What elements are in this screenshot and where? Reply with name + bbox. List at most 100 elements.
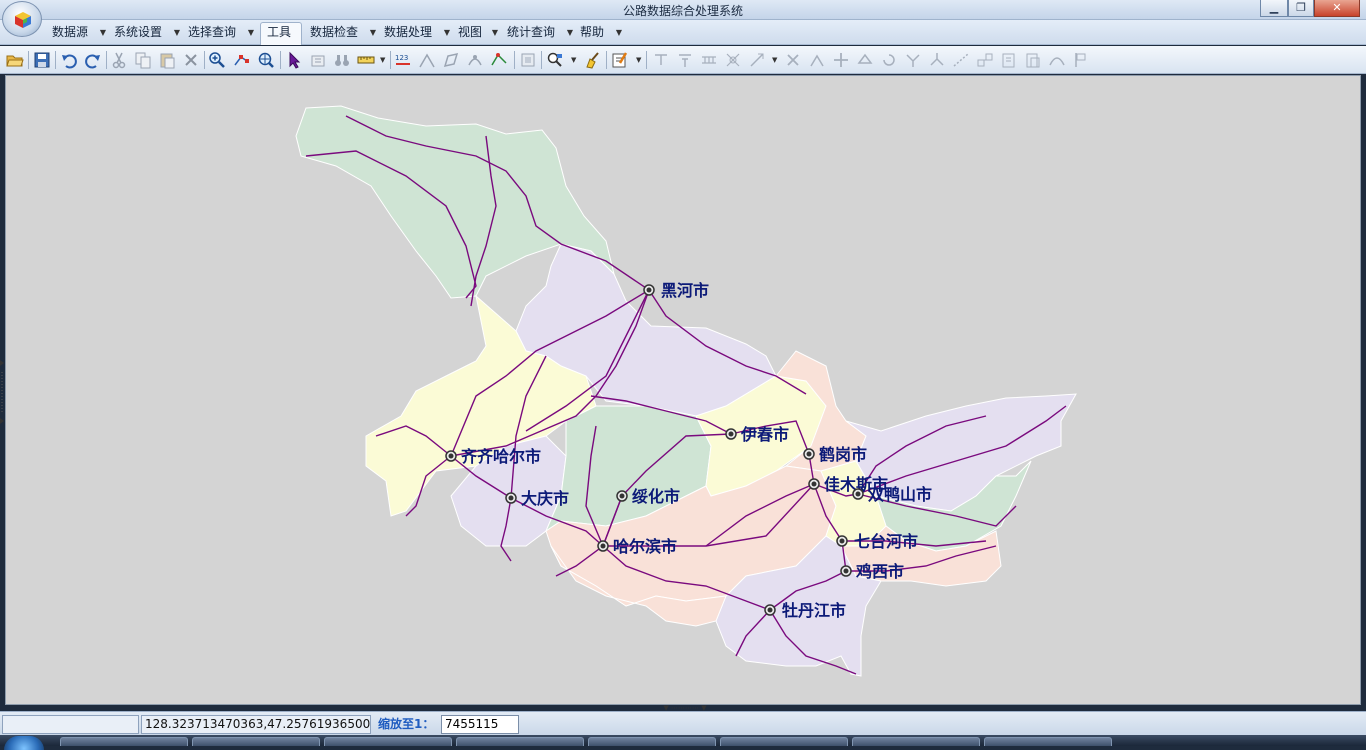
- save-button[interactable]: [33, 51, 53, 69]
- edit-tool-3-button[interactable]: [490, 51, 510, 69]
- city-label: 大庆市: [521, 489, 569, 508]
- minimize-button[interactable]: ▁: [1260, 0, 1288, 17]
- menu-data-check[interactable]: 数据检查 ▼: [304, 23, 378, 43]
- rotate-tool-button[interactable]: [880, 51, 900, 69]
- map-view[interactable]: 黑河市 伊春市 鹤岗市 齐齐哈尔市 佳木斯市 双鸭山市 大庆市 绥化市 哈尔滨市 七台河市 鸡西市牡…: [5, 75, 1361, 705]
- attribute-tool-button[interactable]: [1000, 51, 1020, 69]
- edit-vertex-button[interactable]: [233, 51, 253, 69]
- application-menu-button[interactable]: [2, 1, 42, 37]
- toolbar-separator: [28, 51, 29, 69]
- measure-button[interactable]: [357, 51, 377, 69]
- dropdown-arrow-icon: ▼: [247, 28, 254, 37]
- menu-label: 数据处理: [384, 25, 433, 39]
- taskbar-app-button[interactable]: [720, 737, 848, 746]
- toolbar-separator: [606, 51, 607, 69]
- edit-tool-1-button[interactable]: [442, 51, 462, 69]
- cut-button[interactable]: [110, 51, 130, 69]
- zoom-full-button[interactable]: [257, 51, 277, 69]
- split-line-icon: [491, 53, 507, 66]
- menu-bar: 数据源 ▼ 系统设置 ▼ 选择查询 ▼ 工具 数据检查 ▼ 数据处理 ▼ 视图 ▼ 统计查询…: [0, 20, 1366, 45]
- move-tool-button[interactable]: [856, 51, 876, 69]
- start-button[interactable]: [4, 736, 44, 750]
- city-marker-dot-icon: [767, 607, 773, 613]
- split-tool-button[interactable]: [928, 51, 948, 69]
- redo-button[interactable]: [84, 51, 104, 69]
- taskbar-app-button[interactable]: [192, 737, 320, 746]
- query-button[interactable]: [546, 51, 566, 69]
- remove-tool-button[interactable]: [784, 51, 804, 69]
- menu-statistics-query[interactable]: 统计查询 ▼: [501, 23, 575, 43]
- query-magnifier-icon: [547, 52, 562, 67]
- taskbar-app-button[interactable]: [984, 737, 1112, 746]
- toolbar-separator: [204, 51, 205, 69]
- taskbar-app-button[interactable]: [852, 737, 980, 746]
- open-button[interactable]: [6, 51, 26, 69]
- break-line-button[interactable]: [418, 51, 438, 69]
- menu-data-source[interactable]: 数据源 ▼: [46, 23, 108, 43]
- menu-system-settings[interactable]: 系统设置 ▼: [108, 23, 182, 43]
- restore-button[interactable]: ❐: [1288, 0, 1314, 17]
- delete-x-icon: [185, 54, 197, 66]
- menu-label: 数据源: [52, 25, 89, 39]
- toolbar-separator: [646, 51, 647, 69]
- zoom-in-icon: [209, 52, 225, 68]
- zoom-in-button[interactable]: [208, 51, 228, 69]
- taskbar-app-button[interactable]: [60, 737, 188, 746]
- add-point-tool-button[interactable]: [832, 51, 852, 69]
- extend-dropdown-icon[interactable]: ▼: [772, 56, 777, 64]
- find-button[interactable]: [333, 51, 353, 69]
- paste-button[interactable]: [158, 51, 178, 69]
- road-tool-button[interactable]: [700, 51, 720, 69]
- identify-button[interactable]: [309, 51, 329, 69]
- connect-tool-button[interactable]: [976, 51, 996, 69]
- map-canvas[interactable]: 黑河市伊春市鹤岗市齐齐哈尔市佳木斯市双鸭山市大庆市 绥化市哈尔滨市 七台河市鸡西市牡…: [6, 76, 1360, 704]
- intersect-tool-button[interactable]: [724, 51, 744, 69]
- reshape-tool-button[interactable]: [1048, 51, 1068, 69]
- query-dropdown-icon[interactable]: ▼: [571, 56, 576, 64]
- layer-button[interactable]: [519, 51, 539, 69]
- menu-view[interactable]: 视图 ▼: [452, 23, 500, 43]
- delete-button[interactable]: [182, 51, 202, 69]
- undo-button[interactable]: [60, 51, 80, 69]
- flag-tool-button[interactable]: [1072, 51, 1092, 69]
- clear-selection-button[interactable]: [584, 51, 604, 69]
- flag-icon: [1075, 53, 1086, 67]
- taskbar-app-button[interactable]: [456, 737, 584, 746]
- taskbar-app-button[interactable]: [588, 737, 716, 746]
- taskbar-app-button[interactable]: [324, 737, 452, 746]
- select-pointer-button[interactable]: [285, 51, 305, 69]
- merge-icon: [906, 54, 920, 67]
- dashed-line-icon: [953, 53, 969, 67]
- edit-dropdown-icon[interactable]: ▼: [636, 56, 641, 64]
- os-taskbar: [0, 735, 1366, 750]
- extend-tool-button[interactable]: [748, 51, 768, 69]
- edit-tool-2-button[interactable]: [466, 51, 486, 69]
- pointer-arrow-icon: [289, 51, 301, 69]
- copy-button[interactable]: [134, 51, 154, 69]
- menu-select-query[interactable]: 选择查询 ▼: [182, 23, 256, 43]
- menu-data-processing[interactable]: 数据处理 ▼: [378, 23, 452, 43]
- dropdown-arrow-icon: ▼: [615, 28, 622, 37]
- align-tool-button[interactable]: [676, 51, 696, 69]
- city-marker-dot-icon: [806, 451, 812, 457]
- snap-tool-button[interactable]: [652, 51, 672, 69]
- map-regions: [295, 105, 1077, 677]
- clipboard-tool-button[interactable]: [1024, 51, 1044, 69]
- number-button[interactable]: 123: [394, 51, 414, 69]
- menu-help[interactable]: 帮助 ▼: [574, 23, 624, 43]
- measure-dropdown-icon[interactable]: ▼: [380, 56, 385, 64]
- close-button[interactable]: ✕: [1314, 0, 1360, 17]
- dropdown-arrow-icon: ▼: [491, 28, 498, 37]
- dash-line-tool-button[interactable]: [952, 51, 972, 69]
- vertex-tool-button[interactable]: [808, 51, 828, 69]
- city-marker-dot-icon: [728, 431, 734, 437]
- edit-menu-button[interactable]: [611, 51, 631, 69]
- merge-tool-button[interactable]: [904, 51, 924, 69]
- menu-tools[interactable]: 工具: [260, 22, 302, 45]
- edit-shape-icon: [443, 52, 459, 68]
- layer-icon: [521, 53, 535, 67]
- zoom-scale-input[interactable]: 7455115: [441, 715, 519, 734]
- city-marker-dot-icon: [839, 538, 845, 544]
- left-panel-grip-icon[interactable]: [0, 360, 5, 424]
- split-icon: [930, 53, 944, 66]
